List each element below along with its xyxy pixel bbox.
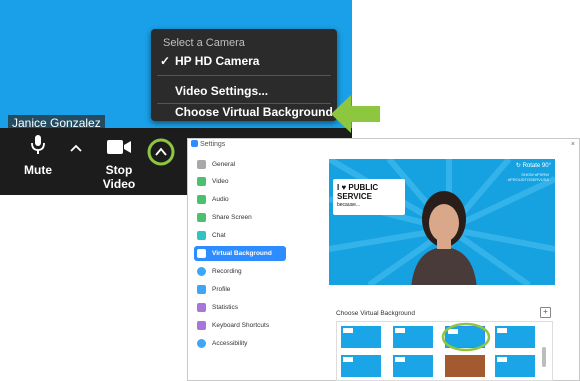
corner-text-line: #PROUDTOSERVUSA [507,177,549,182]
sidebar-item-label: Chat [212,232,226,239]
menu-item-hp-hd-camera[interactable]: ✓ HP HD Camera [151,52,337,71]
pointer-arrow-icon [331,95,380,133]
headphones-icon [197,195,206,204]
person-icon [197,249,206,258]
background-thumbnail[interactable] [445,355,485,377]
profile-icon [197,285,206,294]
sidebar-item-video[interactable]: Video [194,174,286,189]
menu-item-choose-virtual-background[interactable]: Choose Virtual Background [151,103,337,122]
keyboard-icon [197,321,206,330]
menu-item-video-settings[interactable]: Video Settings... [151,82,337,101]
settings-window: Settings × General Video Audio Share Scr… [187,138,580,381]
background-thumbnail[interactable] [341,326,381,348]
bubble-line: SERVICE [337,192,372,201]
sidebar-item-label: Accessibility [212,340,248,347]
share-screen-icon [197,213,206,222]
add-background-button[interactable]: + [540,307,551,318]
sidebar-item-keyboard-shortcuts[interactable]: Keyboard Shortcuts [194,318,286,333]
statistics-icon [197,303,206,312]
checkmark-icon: ✓ [160,54,171,68]
settings-title: Settings [200,141,226,148]
sidebar-item-label: Keyboard Shortcuts [212,322,270,329]
background-thumbnail[interactable] [495,326,535,348]
sidebar-item-audio[interactable]: Audio [194,192,286,207]
sidebar-item-label: Profile [212,286,231,293]
virtual-background-preview: ↻ Rotate 90° SHOW #PSRW #PROUDTOSERVUSA … [329,159,555,285]
accessibility-icon [197,339,206,348]
sidebar-item-chat[interactable]: Chat [194,228,286,243]
settings-sidebar: General Video Audio Share Screen Chat Vi… [188,152,292,380]
bubble-line: I ♥ PUBLIC [337,183,379,192]
sidebar-item-label: Statistics [212,304,239,311]
thumbnail-scrollbar[interactable] [542,347,546,367]
stop-video-label: Stop Video [102,163,136,191]
gear-icon [197,160,206,169]
sidebar-item-share-screen[interactable]: Share Screen [194,210,286,225]
chat-icon [197,231,206,240]
menu-item-label: Video Settings... [175,84,269,98]
video-camera-icon [107,140,131,154]
menu-item-label: Choose Virtual Background [175,105,333,119]
sidebar-item-profile[interactable]: Profile [194,282,286,297]
settings-titlebar: Settings × [188,139,579,151]
camera-menu-header: Select a Camera [163,37,245,49]
chevron-up-icon [147,138,175,166]
preview-corner-text: SHOW #PSRW #PROUDTOSERVUSA [508,172,549,182]
sidebar-item-label: Share Screen [212,214,252,221]
background-thumbnail[interactable] [341,355,381,377]
zoom-logo-icon [191,140,198,147]
camera-menu: Select a Camera ✓ HP HD Camera Video Set… [151,29,337,121]
menu-divider [157,75,331,76]
person-silhouette [411,191,477,285]
rotate-button[interactable]: ↻ Rotate 90° [516,162,551,169]
stop-video-button[interactable]: Stop Video [88,138,150,191]
video-options-button[interactable] [146,137,176,167]
sidebar-item-general[interactable]: General [194,157,286,172]
menu-item-label: HP HD Camera [175,54,260,68]
background-thumbnail[interactable] [495,355,535,377]
audio-options-button[interactable] [68,140,84,158]
sidebar-item-statistics[interactable]: Statistics [194,300,286,315]
record-icon [197,267,206,276]
mute-label: Mute [24,163,52,177]
choose-virtual-background-label: Choose Virtual Background [336,310,416,317]
microphone-icon [31,135,45,154]
background-thumbnail[interactable] [393,355,433,377]
sidebar-item-accessibility[interactable]: Accessibility [194,336,286,351]
background-thumbnail[interactable] [393,326,433,348]
sidebar-item-label: General [212,161,236,168]
sidebar-item-virtual-background[interactable]: Virtual Background [194,246,286,261]
sidebar-item-label: Recording [212,268,242,275]
sidebar-item-label: Virtual Background [212,250,272,257]
mute-button[interactable]: Mute [20,134,56,177]
bubble-line: because... [337,202,361,208]
sidebar-item-label: Audio [212,196,229,203]
chevron-up-icon [70,144,82,152]
video-icon [197,177,206,186]
rotate-label: Rotate 90° [522,163,551,169]
background-thumbnail-list [336,321,553,381]
close-icon[interactable]: × [571,139,575,151]
highlight-ring [441,322,491,352]
sidebar-item-label: Video [212,178,229,185]
sidebar-item-recording[interactable]: Recording [194,264,286,279]
